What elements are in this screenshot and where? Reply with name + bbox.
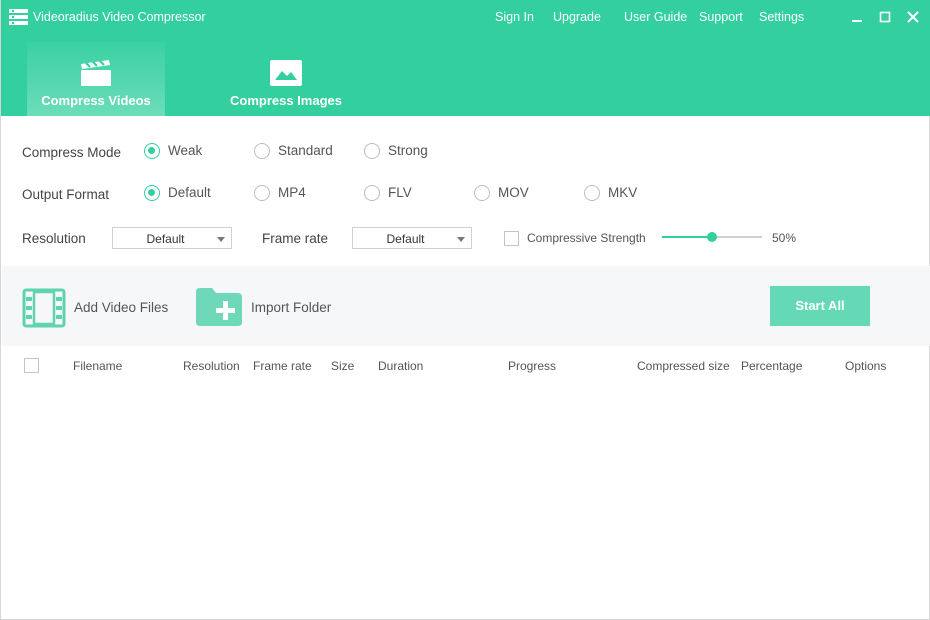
tab-label: Compress Videos — [41, 93, 151, 108]
radio-circle — [364, 185, 380, 201]
radio-label: MP4 — [278, 185, 306, 200]
add-video-files-label: Add Video Files — [74, 300, 169, 315]
title-bar: Videoradius Video Compressor Sign In Upg… — [1, 0, 930, 36]
select-value: Default — [146, 232, 185, 246]
upgrade-link[interactable]: Upgrade — [553, 10, 601, 24]
strength-slider[interactable] — [662, 232, 762, 242]
column-header-size[interactable]: Size — [331, 359, 354, 373]
app-logo-icon — [9, 9, 28, 25]
strength-value: 50% — [772, 231, 797, 245]
add-video-files-button[interactable]: Add Video Files — [22, 288, 172, 328]
radio-circle — [254, 185, 270, 201]
resolution-select[interactable]: Default — [112, 227, 232, 249]
user-guide-link[interactable]: User Guide — [624, 10, 687, 24]
radio-label: MOV — [498, 185, 529, 200]
frame-rate-label: Frame rate — [262, 231, 329, 246]
column-header-options[interactable]: Options — [845, 359, 886, 373]
output-format-label: Output Format — [22, 187, 110, 202]
radio-standard[interactable]: Standard — [254, 143, 344, 161]
radio-strong[interactable]: Strong — [364, 143, 444, 161]
radio-default[interactable]: Default — [144, 185, 224, 203]
app-title: Videoradius Video Compressor — [33, 10, 206, 24]
import-folder-button[interactable]: Import Folder — [196, 288, 346, 328]
column-header-compressed-size[interactable]: Compressed size — [637, 359, 730, 373]
radio-label: Weak — [168, 143, 203, 158]
image-icon — [270, 60, 302, 86]
column-header-percentage[interactable]: Percentage — [741, 359, 802, 373]
start-all-button[interactable]: Start All — [770, 286, 870, 326]
tab-compress-videos[interactable]: Compress Videos — [27, 42, 165, 116]
folder-add-icon — [196, 288, 242, 326]
tab-compress-images[interactable]: Compress Images — [215, 42, 357, 116]
column-header-filename[interactable]: Filename — [73, 359, 122, 373]
resolution-label: Resolution — [22, 231, 86, 246]
toolbar: Add Video Files Import Folder Start All — [2, 266, 930, 346]
radio-circle — [474, 185, 490, 201]
file-list-area — [2, 380, 930, 618]
slider-fill — [662, 236, 712, 238]
chevron-down-icon — [217, 237, 225, 242]
maximize-icon[interactable] — [878, 10, 892, 24]
radio-label: Default — [168, 185, 211, 200]
column-header-resolution[interactable]: Resolution — [183, 359, 240, 373]
chevron-down-icon — [457, 237, 465, 242]
tab-label: Compress Images — [230, 93, 342, 108]
compress-mode-label: Compress Mode — [22, 145, 122, 160]
import-folder-label: Import Folder — [251, 300, 332, 315]
close-icon[interactable] — [906, 10, 920, 24]
compressive-strength-checkbox[interactable] — [504, 231, 519, 246]
radio-circle — [144, 143, 160, 159]
settings-link[interactable]: Settings — [759, 10, 804, 24]
column-header-frame-rate[interactable]: Frame rate — [253, 359, 312, 373]
radio-circle — [364, 143, 380, 159]
radio-label: FLV — [388, 185, 412, 200]
film-icon — [22, 288, 66, 328]
sign-in-link[interactable]: Sign In — [495, 10, 534, 24]
minimize-icon[interactable] — [850, 10, 864, 24]
frame-rate-select[interactable]: Default — [352, 227, 472, 249]
compressive-strength-label: Compressive Strength — [527, 231, 646, 245]
app-window: Videoradius Video Compressor Sign In Upg… — [0, 0, 930, 620]
header: Videoradius Video Compressor Sign In Upg… — [1, 0, 930, 116]
slider-handle[interactable] — [707, 232, 717, 242]
radio-circle — [584, 185, 600, 201]
clapperboard-icon — [81, 60, 111, 86]
radio-mov[interactable]: MOV — [474, 185, 544, 203]
radio-weak[interactable]: Weak — [144, 143, 214, 161]
radio-circle — [144, 185, 160, 201]
support-link[interactable]: Support — [699, 10, 743, 24]
select-all-checkbox[interactable] — [24, 358, 39, 373]
radio-label: Strong — [388, 143, 428, 158]
radio-label: Standard — [278, 143, 333, 158]
radio-flv[interactable]: FLV — [364, 185, 434, 203]
radio-circle — [254, 143, 270, 159]
radio-mkv[interactable]: MKV — [584, 185, 654, 203]
radio-label: MKV — [608, 185, 638, 200]
select-value: Default — [386, 232, 425, 246]
column-header-duration[interactable]: Duration — [378, 359, 423, 373]
radio-mp4[interactable]: MP4 — [254, 185, 324, 203]
column-header-progress[interactable]: Progress — [508, 359, 556, 373]
